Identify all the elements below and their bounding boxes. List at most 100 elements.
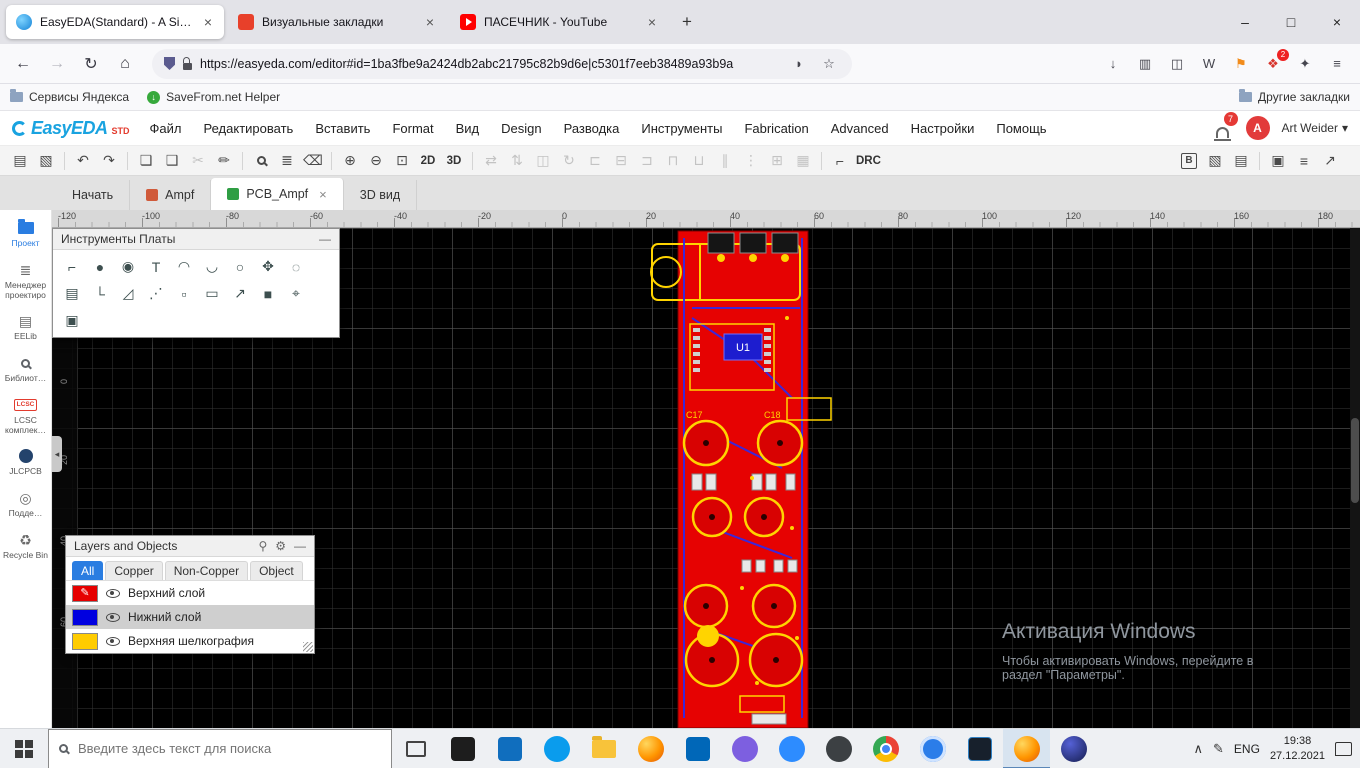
- taskbar-app-firefox[interactable]: [1003, 728, 1050, 768]
- solid-region-tool[interactable]: ◿: [115, 281, 141, 306]
- route-button[interactable]: ⌐: [828, 149, 852, 173]
- drag-tool[interactable]: ✥: [255, 254, 281, 279]
- menu-design[interactable]: Design: [501, 121, 541, 136]
- maximize-button[interactable]: □: [1268, 0, 1314, 44]
- menu-view[interactable]: Вид: [456, 121, 480, 136]
- doc-tab-3d-view[interactable]: 3D вид: [344, 180, 418, 210]
- taskbar-app-photoshop[interactable]: [956, 729, 1003, 768]
- taskbar-app-skype[interactable]: [533, 729, 580, 768]
- solid-rect-tool[interactable]: ■: [255, 281, 281, 306]
- align-right-button[interactable]: ⊐: [635, 149, 659, 173]
- language-indicator[interactable]: ENG: [1234, 742, 1260, 756]
- circle-tool[interactable]: ○: [227, 254, 253, 279]
- menu-settings[interactable]: Настройки: [911, 121, 975, 136]
- panel-resize-handle[interactable]: [303, 642, 313, 652]
- grid-array-2-button[interactable]: ▦: [791, 149, 815, 173]
- sidebar-item-library[interactable]: Библиот…: [0, 355, 52, 384]
- taskbar-app-zoom[interactable]: [768, 729, 815, 768]
- tab-close-icon[interactable]: ×: [202, 14, 214, 30]
- sidebar-item-design-manager[interactable]: ≣ Менеджер проектиро: [0, 262, 52, 301]
- minimize-button[interactable]: –: [1222, 0, 1268, 44]
- flip-vertical-button[interactable]: ⇅: [505, 149, 529, 173]
- flip-horizontal-button[interactable]: ⇄: [479, 149, 503, 173]
- minimize-panel-icon[interactable]: —: [294, 539, 306, 553]
- tab-close-icon[interactable]: ×: [424, 14, 436, 30]
- layers-tab-copper[interactable]: Copper: [105, 561, 163, 580]
- align-bottom-button[interactable]: ⊔: [687, 149, 711, 173]
- align-center-button[interactable]: ⊟: [609, 149, 633, 173]
- format-painter-button[interactable]: ✏: [212, 149, 236, 173]
- export-image-button[interactable]: ▧: [34, 149, 58, 173]
- extension-badge-icon[interactable]: ❖ 2: [1262, 48, 1289, 75]
- search-input[interactable]: [78, 741, 381, 756]
- minimize-panel-icon[interactable]: —: [319, 232, 331, 246]
- layers-tab-all[interactable]: All: [72, 561, 104, 580]
- menu-route[interactable]: Разводка: [564, 121, 620, 136]
- undo-button[interactable]: ↶: [71, 149, 95, 173]
- document-button[interactable]: ▤: [1229, 149, 1253, 173]
- photo-view-button[interactable]: ▧: [1203, 149, 1227, 173]
- sidebar-item-lcsc[interactable]: LCSC LCSC комплек…: [0, 397, 52, 436]
- taskbar-app-camera[interactable]: [909, 729, 956, 768]
- view-2d-button[interactable]: 2D: [416, 149, 440, 173]
- other-bookmarks[interactable]: Другие закладки: [1239, 89, 1350, 104]
- eye-icon[interactable]: [106, 636, 120, 646]
- vertical-scrollbar[interactable]: [1350, 228, 1360, 728]
- menu-advanced[interactable]: Advanced: [831, 121, 889, 136]
- pcb-canvas[interactable]: U1 C17 C18 0 20 40 60 Инструменты Платы …: [52, 228, 1360, 728]
- bookmark-yandex-services[interactable]: Сервисы Яндекса: [10, 89, 129, 104]
- scrollbar-thumb[interactable]: [1351, 418, 1359, 503]
- find-button[interactable]: [249, 149, 273, 173]
- tray-chevron-icon[interactable]: ∧: [1194, 741, 1204, 757]
- tab-close-icon[interactable]: ×: [646, 14, 658, 30]
- bookmark-flag-icon[interactable]: ⚑: [1230, 53, 1252, 75]
- arc-center-tool[interactable]: ◡: [199, 254, 225, 279]
- layer-color-swatch[interactable]: [72, 632, 98, 650]
- layers-button[interactable]: ≡: [1292, 149, 1316, 173]
- home-button[interactable]: ⌂: [110, 49, 140, 79]
- align-top-button[interactable]: ⊓: [661, 149, 685, 173]
- layers-panel-titlebar[interactable]: Layers and Objects ⚲ ⚙ —: [66, 536, 314, 557]
- menu-format[interactable]: Format: [392, 121, 433, 136]
- view-3d-button[interactable]: 3D: [442, 149, 466, 173]
- easyeda-logo[interactable]: EasyEDA STD: [12, 118, 130, 139]
- board-tools-titlebar[interactable]: Инструменты Платы —: [53, 229, 339, 250]
- doc-tab-pcb-ampf[interactable]: PCB_Ampf ×: [211, 178, 344, 210]
- bookmark-star-icon[interactable]: ☆: [818, 53, 840, 75]
- bookmark-savefrom[interactable]: ↓ SaveFrom.net Helper: [147, 90, 280, 104]
- layer-row-top[interactable]: ✎ Верхний слой: [66, 581, 314, 605]
- sidebar-item-recycle-bin[interactable]: ♻ Recycle Bin: [0, 532, 52, 561]
- layers-tab-non-copper[interactable]: Non-Copper: [164, 561, 249, 580]
- via-tool[interactable]: ◉: [115, 254, 141, 279]
- filter-button[interactable]: ≣: [275, 149, 299, 173]
- doc-tab-close-icon[interactable]: ×: [319, 187, 327, 202]
- align-left-button[interactable]: ⊏: [583, 149, 607, 173]
- panelize-tool[interactable]: ▣: [59, 308, 85, 333]
- text-tool[interactable]: T: [143, 254, 169, 279]
- gear-icon[interactable]: ⚙: [275, 539, 286, 553]
- menu-icon[interactable]: ≡: [1326, 53, 1348, 75]
- eye-icon[interactable]: [106, 588, 120, 598]
- taskbar-app-misc[interactable]: [815, 729, 862, 768]
- sidebar-item-project[interactable]: Проект: [0, 219, 52, 249]
- pin-icon[interactable]: ⚲: [258, 539, 267, 553]
- taskbar-search[interactable]: [48, 728, 392, 768]
- task-view-button[interactable]: [392, 729, 439, 768]
- taskbar-app-mail[interactable]: [486, 729, 533, 768]
- tracking-shield-icon[interactable]: [164, 57, 175, 70]
- reload-button[interactable]: ↻: [76, 49, 106, 79]
- sidebar-item-eelib[interactable]: ▤ EELib: [0, 313, 52, 342]
- user-menu[interactable]: Art Weider ▾: [1282, 121, 1349, 135]
- paste-button[interactable]: ❑: [160, 149, 184, 173]
- url-text[interactable]: https://easyeda.com/editor#id=1ba3fbe9a2…: [200, 57, 780, 71]
- wikipedia-extension-icon[interactable]: W: [1198, 53, 1220, 75]
- taskbar-app-explorer[interactable]: [580, 729, 627, 768]
- snapshot-button[interactable]: ▣: [1266, 149, 1290, 173]
- taskbar-app-chrome[interactable]: [862, 729, 909, 768]
- downloads-icon[interactable]: ↓: [1102, 53, 1124, 75]
- taskbar-app-calculator[interactable]: [674, 729, 721, 768]
- taskbar-app-viber[interactable]: [721, 729, 768, 768]
- grid-array-button[interactable]: ⊞: [765, 149, 789, 173]
- origin-tool[interactable]: ⌖: [283, 281, 309, 306]
- library-icon[interactable]: ▥: [1134, 53, 1156, 75]
